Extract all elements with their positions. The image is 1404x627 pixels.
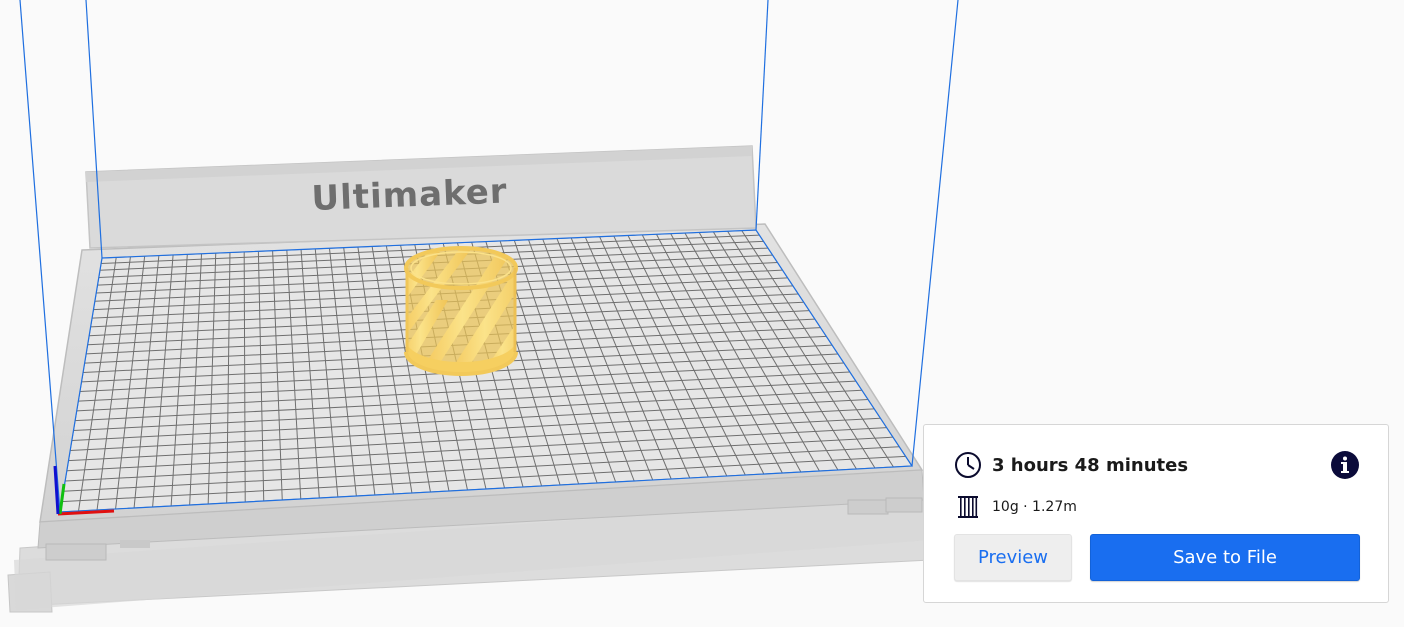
print-summary-panel: 3 hours 48 minutes 10g · 1.27m Preview S…	[923, 424, 1389, 603]
save-to-file-button[interactable]: Save to File	[1090, 534, 1360, 581]
preview-button[interactable]: Preview	[954, 534, 1072, 581]
printer-brand-label: Ultimaker	[311, 171, 508, 218]
clock-icon	[954, 451, 982, 479]
print-time: 3 hours 48 minutes	[992, 454, 1189, 476]
spool-icon	[956, 495, 980, 519]
material-row: 10g · 1.27m	[956, 494, 1077, 520]
print-time-row: 3 hours 48 minutes	[954, 451, 1188, 479]
material-usage: 10g · 1.27m	[992, 499, 1077, 515]
3d-model[interactable]	[398, 240, 532, 380]
info-icon[interactable]	[1330, 450, 1360, 480]
